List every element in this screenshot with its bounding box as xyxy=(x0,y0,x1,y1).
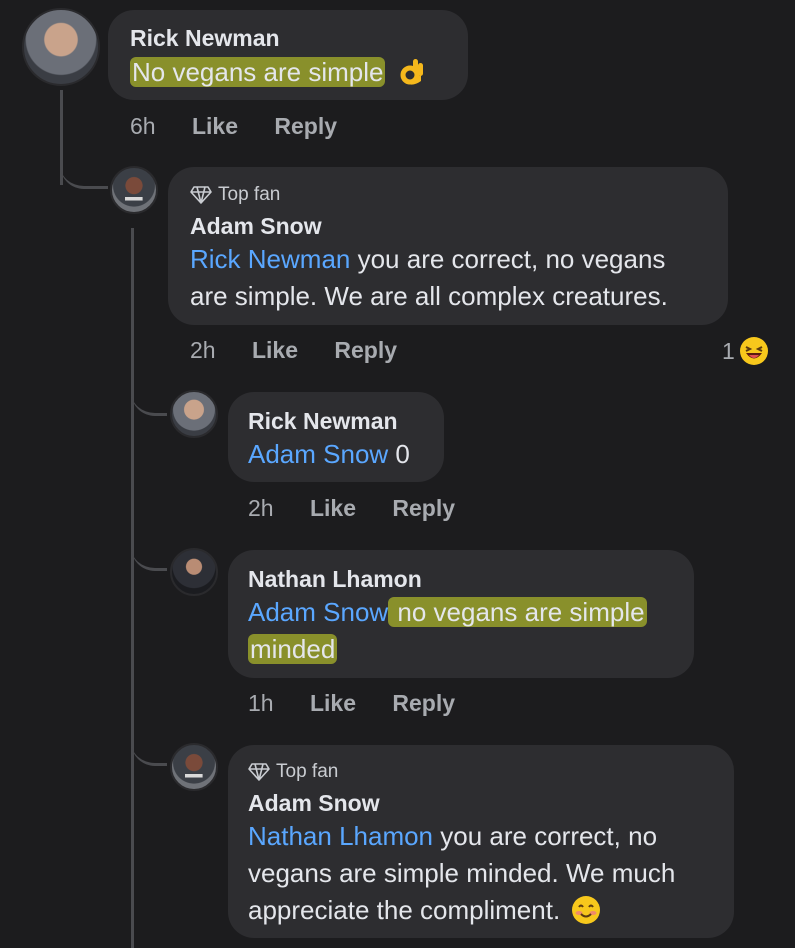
thread-connector xyxy=(131,535,167,571)
highlighted-text: no vegans are simple xyxy=(388,597,647,627)
badge-label: Top fan xyxy=(276,761,339,782)
avatar[interactable] xyxy=(170,743,218,791)
diamond-icon xyxy=(248,763,270,781)
like-button[interactable]: Like xyxy=(310,495,356,521)
avatar[interactable] xyxy=(22,8,100,86)
reaction-count: 1 xyxy=(722,337,735,364)
reply-button[interactable]: Reply xyxy=(392,690,455,716)
reply-button[interactable]: Reply xyxy=(274,113,337,139)
highlighted-text: No vegans are simple xyxy=(130,57,386,87)
ok-hand-emoji-icon xyxy=(400,59,423,85)
comment-author[interactable]: Rick Newman xyxy=(248,408,398,435)
smiling-face-emoji-icon xyxy=(572,896,601,924)
comment-text: Rick Newman you are correct, no vegans a… xyxy=(190,244,668,311)
avatar[interactable] xyxy=(170,390,218,438)
avatar[interactable] xyxy=(170,548,218,596)
comment-actions: 2h Like Reply xyxy=(248,495,485,522)
laughing-emoji-icon xyxy=(739,337,768,365)
avatar[interactable] xyxy=(110,166,158,214)
highlighted-text: minded xyxy=(248,634,338,664)
comment-text: No vegans are simple xyxy=(130,54,427,91)
thread-line xyxy=(131,228,134,948)
top-fan-badge: Top fan xyxy=(248,761,338,783)
thread-connector xyxy=(60,150,108,189)
reply-button[interactable]: Reply xyxy=(392,495,455,521)
mention-link[interactable]: Rick Newman xyxy=(190,244,350,274)
comment-text: Nathan Lhamon you are correct, no vegans… xyxy=(248,821,676,925)
timestamp: 6h xyxy=(130,113,156,139)
mention-link[interactable]: Adam Snow xyxy=(248,597,388,627)
comment-actions: 2h Like Reply xyxy=(190,337,427,364)
badge-label: Top fan xyxy=(218,184,281,205)
like-button[interactable]: Like xyxy=(192,113,238,139)
comment-actions: 1h Like Reply xyxy=(248,690,485,717)
mention-link[interactable]: Adam Snow xyxy=(248,439,388,469)
comment-text: Adam Snow no vegans are simple minded xyxy=(248,594,688,668)
comment-author[interactable]: Rick Newman xyxy=(130,25,280,52)
thread-connector xyxy=(131,380,167,416)
like-button[interactable]: Like xyxy=(252,337,298,363)
thread-connector xyxy=(131,730,167,766)
comment-author[interactable]: Adam Snow xyxy=(248,790,380,817)
top-fan-badge: Top fan xyxy=(190,184,280,206)
timestamp: 1h xyxy=(248,690,274,716)
timestamp: 2h xyxy=(190,337,216,363)
like-button[interactable]: Like xyxy=(310,690,356,716)
comment-text: Adam Snow 0 xyxy=(248,439,410,469)
reaction-summary[interactable]: 1 xyxy=(722,336,769,366)
diamond-icon xyxy=(190,186,212,204)
reply-button[interactable]: Reply xyxy=(334,337,397,363)
timestamp: 2h xyxy=(248,495,274,521)
comment-author[interactable]: Adam Snow xyxy=(190,213,322,240)
comment-actions: 6h Like Reply xyxy=(130,113,367,140)
mention-link[interactable]: Nathan Lhamon xyxy=(248,821,433,851)
comment-author[interactable]: Nathan Lhamon xyxy=(248,566,422,593)
